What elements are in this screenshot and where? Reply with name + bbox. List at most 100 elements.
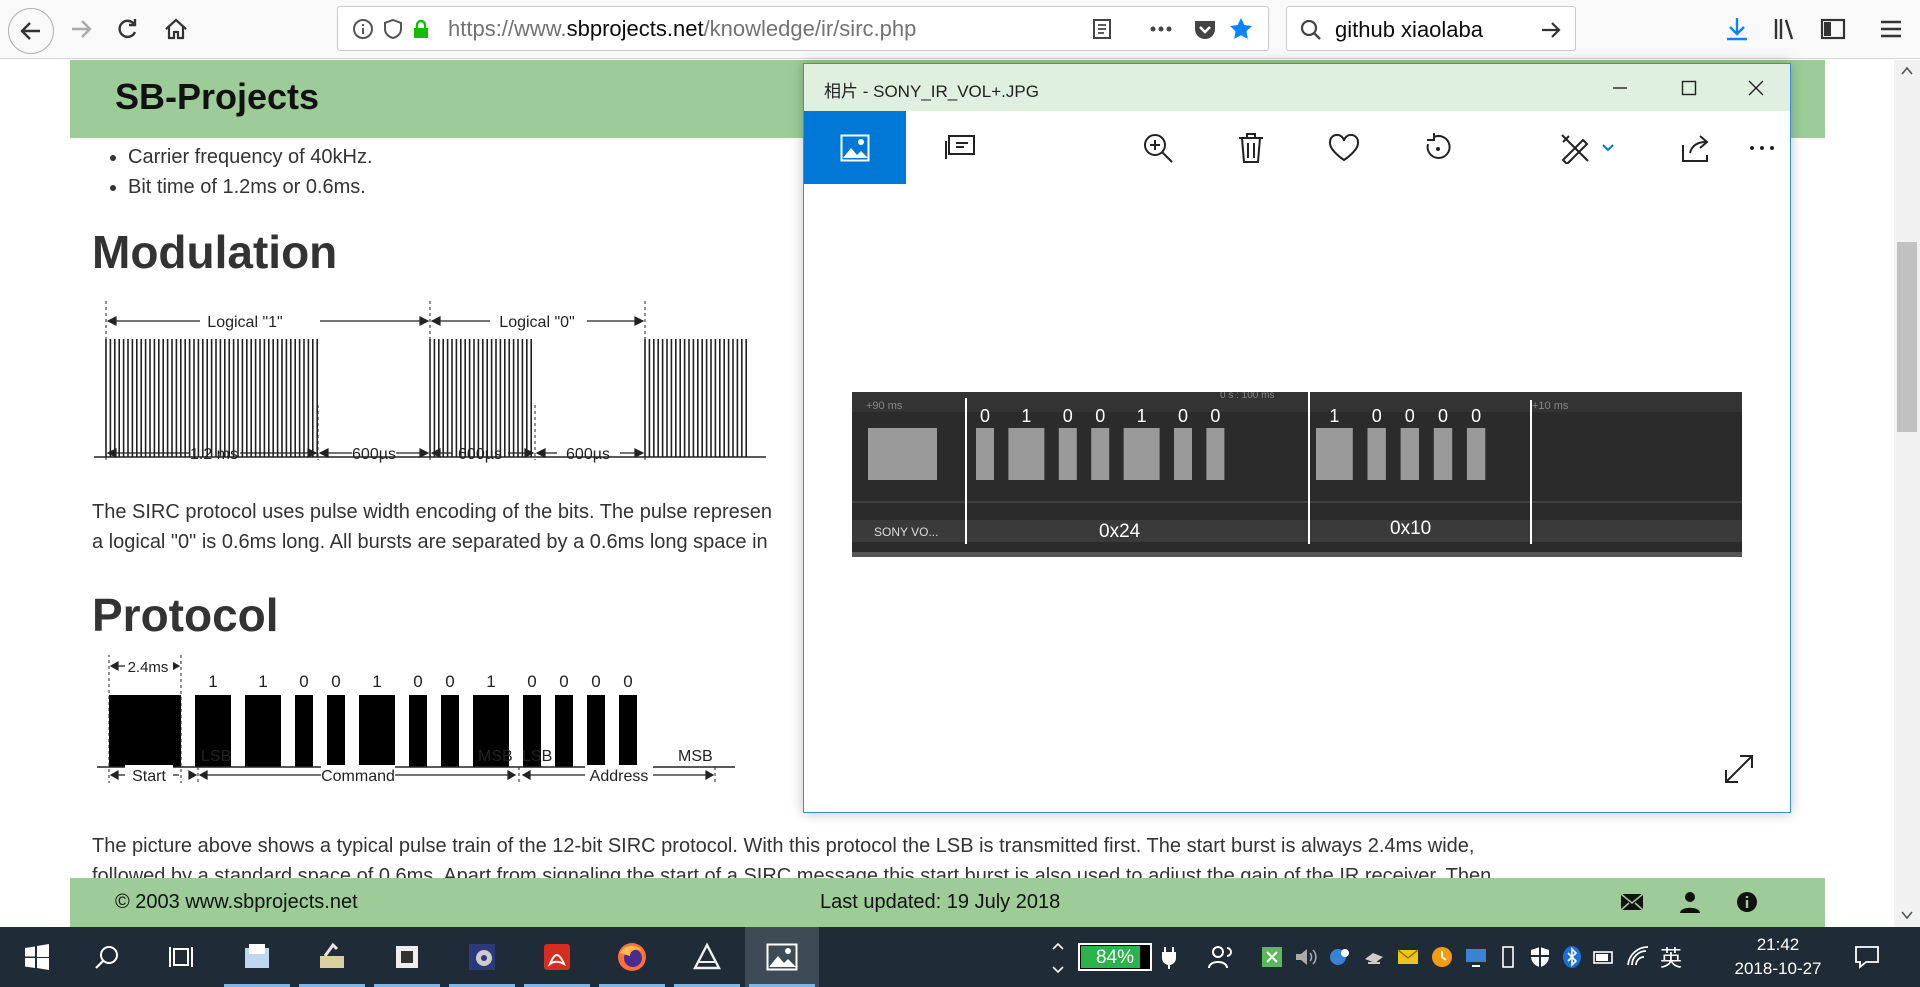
close-button[interactable] [1722,64,1790,111]
search-bar[interactable]: github xiaolaba [1286,6,1576,51]
delete-button[interactable] [1211,111,1291,184]
network-tray-icon[interactable] [1328,945,1352,969]
minimize-button[interactable] [1586,64,1654,111]
user-icon[interactable] [1678,890,1702,914]
menu-icon[interactable] [1878,16,1904,42]
display-tray-icon[interactable] [1464,945,1488,969]
footer-copyright: © 2003 www.sbprojects.net [115,891,358,913]
capture-pulse [1091,428,1110,480]
volume-icon[interactable] [1294,945,1318,969]
taskbar-app[interactable] [670,927,744,987]
clock[interactable]: 21:42 2018-10-27 [1718,933,1838,981]
url-bar[interactable]: https://www.sbprojects.net/knowledge/ir/… [337,6,1269,51]
bit-pulse [295,695,313,767]
bit-pulse [327,695,345,767]
bluetooth-icon[interactable] [1562,945,1582,969]
taskbar-app[interactable] [370,927,444,987]
edit-create-button[interactable] [1532,111,1642,184]
url-text[interactable]: https://www.sbprojects.net/knowledge/ir/… [448,16,916,42]
reload-button[interactable] [108,10,146,48]
capture-bit-label: 1 [1137,406,1147,426]
view-photo-button[interactable] [804,111,906,184]
search-button[interactable] [70,927,144,987]
search-input[interactable]: github xiaolaba [1335,17,1483,43]
security-shield-icon[interactable] [1528,945,1552,969]
clock-tray-icon[interactable] [1430,945,1454,969]
zoom-button[interactable] [1118,111,1198,184]
ime-indicator[interactable]: 英 [1660,941,1682,973]
page-scrollbar[interactable] [1894,60,1920,927]
usb-eject-icon[interactable] [1362,945,1386,969]
capture-bit-label: 0 [1405,406,1415,426]
expand-icon[interactable] [1722,752,1756,786]
arrow-right-icon [72,20,92,38]
wifi-icon[interactable] [1626,945,1650,969]
taskbar-photos[interactable] [745,927,819,987]
bit-label: 0 [413,672,422,691]
search-go-icon[interactable] [1539,18,1563,42]
list-item: Bit time of 1.2ms or 0.6ms. [128,172,373,202]
bit-label: 0 [527,672,536,691]
scroll-down-icon[interactable] [1901,910,1913,920]
capture-bit-label: 0 [1210,406,1220,426]
photos-icon [766,943,798,971]
info-icon[interactable] [352,18,374,40]
people-icon[interactable] [1208,944,1236,970]
tray-scroll[interactable] [1050,927,1074,987]
taskbar-app[interactable] [520,927,594,987]
usb-tray-icon[interactable] [1498,945,1518,969]
capture-start-pulse [868,428,937,480]
maximize-button[interactable] [1655,64,1723,111]
home-button[interactable] [157,10,195,48]
back-button[interactable] [8,8,54,54]
lock-icon[interactable] [410,18,432,40]
site-footer: © 2003 www.sbprojects.net Last updated: … [70,878,1825,927]
hex-address: 0x10 [1390,518,1431,539]
capture-image: +90 ms 0 s : 100 ms +10 ms 010010010000 … [852,392,1742,557]
scroll-thumb[interactable] [1897,242,1917,432]
app-chip-icon [396,946,418,968]
info-circle-icon[interactable] [1735,890,1759,914]
start-button[interactable] [0,927,74,987]
taskbar-app[interactable] [445,927,519,987]
action-center-button[interactable] [1830,927,1904,987]
share-button[interactable] [1656,111,1736,184]
battery-percent: 84% [1095,947,1135,968]
power-tray-icon[interactable] [1592,945,1616,969]
scroll-up-icon[interactable] [1901,66,1913,76]
more-actions-icon[interactable] [1148,18,1174,40]
task-view-button[interactable] [145,927,219,987]
sidebar-icon[interactable] [1820,16,1846,42]
mail-icon[interactable] [1620,891,1644,913]
download-icon[interactable] [1724,16,1750,42]
star-icon[interactable] [1228,16,1254,42]
capture-pulse [1058,428,1077,480]
library-icon[interactable] [1772,16,1798,42]
photos-title-bar[interactable]: 相片 - SONY_IR_VOL+.JPG [804,64,1790,111]
search-icon [95,946,118,969]
maximize-icon [1681,80,1697,95]
mail-tray-icon[interactable] [1396,945,1420,969]
rotate-button[interactable] [1398,111,1478,184]
slideshow-button[interactable] [920,111,1000,184]
taskbar-app[interactable] [295,927,369,987]
bit-label: 1 [208,672,217,691]
battery-indicator[interactable]: 84% [1078,927,1176,987]
pocket-icon[interactable] [1193,18,1217,40]
edit-icon [1561,133,1589,164]
excel-tray-icon[interactable] [1260,945,1284,969]
taskbar-app[interactable] [220,927,294,987]
favorite-button[interactable] [1304,111,1384,184]
shield-icon[interactable] [382,18,404,40]
taskbar-firefox[interactable] [595,927,669,987]
time-right: +10 ms [1532,400,1569,412]
site-title[interactable]: SB-Projects [115,76,319,118]
list-item: Carrier frequency of 40kHz. [128,142,373,172]
more-button[interactable] [1734,111,1790,184]
forward-button[interactable] [62,10,100,48]
capture-bit-label: 0 [980,406,990,426]
start-burst [109,695,181,767]
reader-view-icon[interactable] [1091,18,1113,40]
time-center: 0 s : 100 ms [1220,392,1274,401]
channel-label: SONY VO... [874,525,938,539]
